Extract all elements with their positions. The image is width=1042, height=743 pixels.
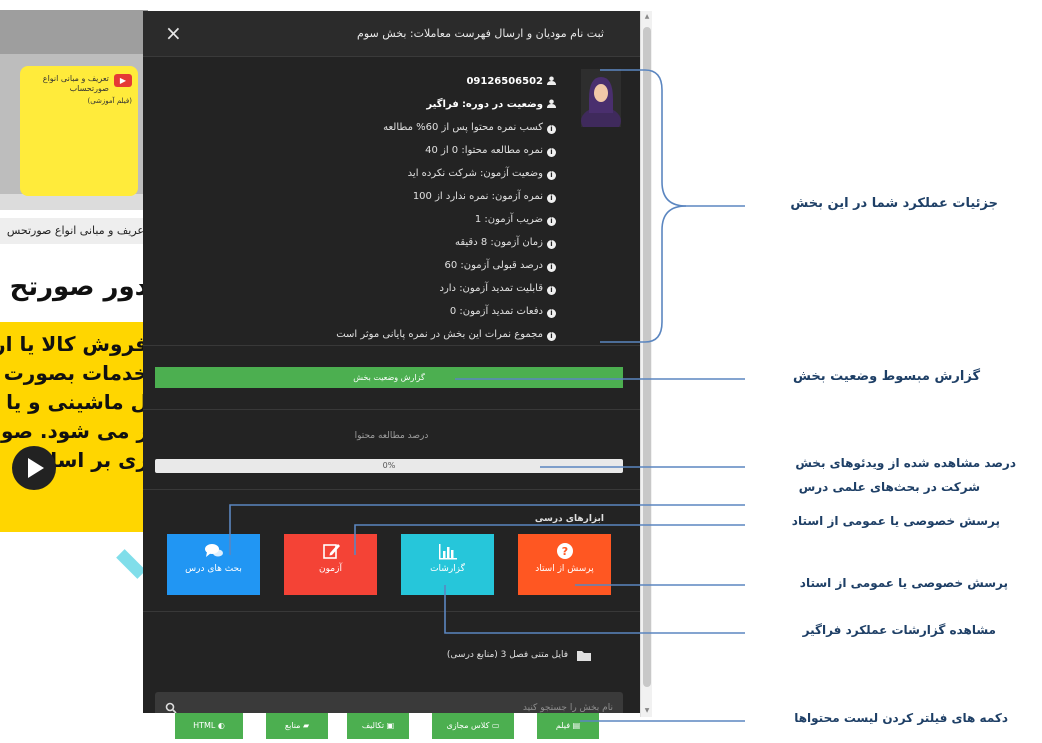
annotation-filters: دکمه های فیلتر کردن لیست محتواها <box>794 711 1008 725</box>
screenshot-root: ▶ تعریف و مبانی انواع صورتحساب (فیلم آمو… <box>0 0 1042 743</box>
annotation-video-progress: درصد مشاهده شده از ویدئوهای بخش <box>795 456 1016 470</box>
annotation-exam: پرسش خصوصی یا عمومی از استاد <box>791 514 1000 528</box>
annotation-discussions: شرکت در بحث‌های علمی درس <box>798 480 980 494</box>
annotation-reports: مشاهده گزارشات عملکرد فراگیر <box>802 623 996 637</box>
brace-bottom <box>600 205 687 343</box>
annotation-performance-details: جزئیات عملکرد شما در این بخش <box>790 196 998 211</box>
annotation-ask-teacher: پرسش خصوصی یا عمومی از استاد <box>799 576 1008 590</box>
brace-top <box>600 69 745 207</box>
annotation-section-report: گزارش مبسوط وضعیت بخش <box>792 369 980 384</box>
discussion-pointer-line <box>229 504 745 555</box>
reports-pointer-line <box>444 585 745 634</box>
exam-pointer-line <box>354 524 745 555</box>
